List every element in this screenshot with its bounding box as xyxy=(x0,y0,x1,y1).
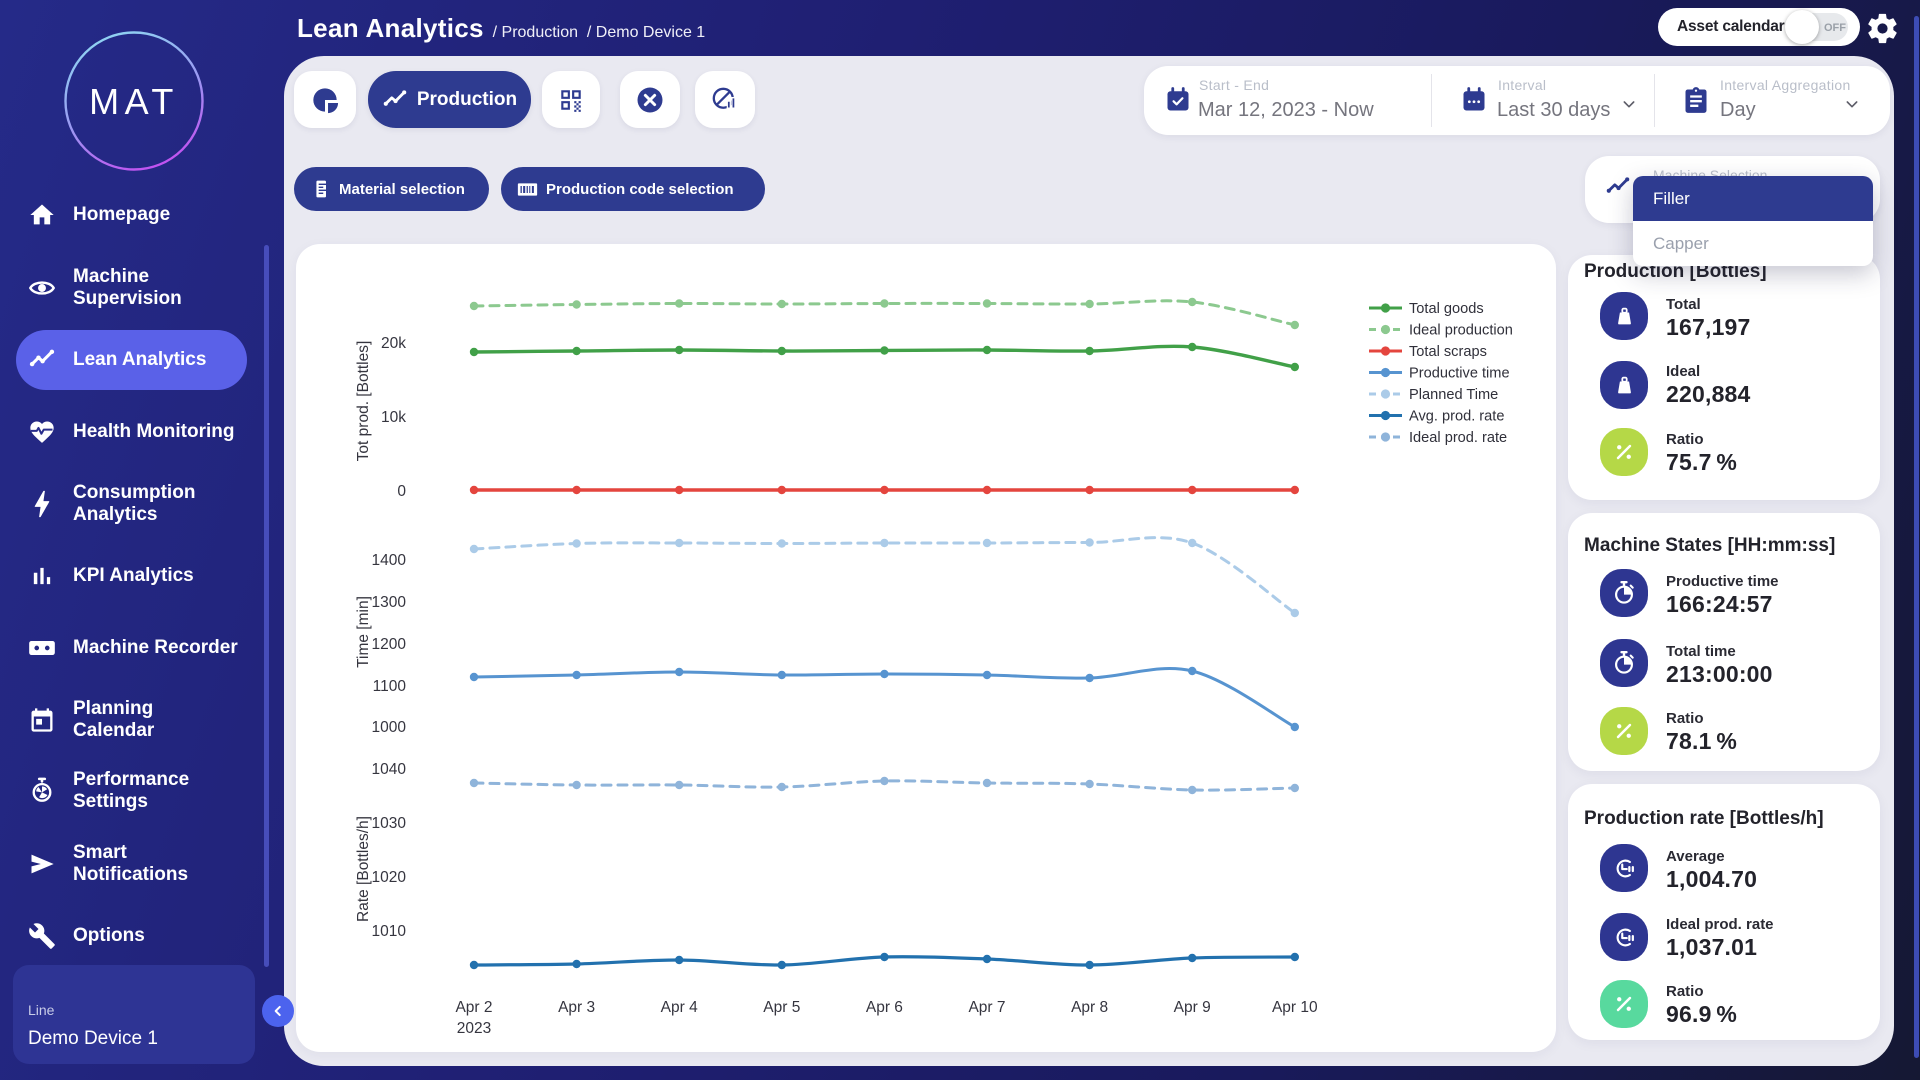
svg-text:Apr 4: Apr 4 xyxy=(661,999,698,1016)
svg-text:Ideal production: Ideal production xyxy=(1409,323,1513,339)
svg-text:1300: 1300 xyxy=(372,594,407,611)
svg-text:20k: 20k xyxy=(381,335,406,352)
svg-text:1040: 1040 xyxy=(372,761,407,778)
svg-text:Planned Time: Planned Time xyxy=(1409,387,1498,403)
svg-text:1400: 1400 xyxy=(372,552,407,569)
svg-text:1100: 1100 xyxy=(373,678,407,695)
svg-text:Apr 7: Apr 7 xyxy=(968,999,1005,1016)
svg-text:1000: 1000 xyxy=(372,719,407,736)
svg-text:Apr 8: Apr 8 xyxy=(1071,999,1108,1016)
svg-text:1200: 1200 xyxy=(372,636,407,653)
svg-text:Apr 10: Apr 10 xyxy=(1272,999,1318,1016)
svg-text:1030: 1030 xyxy=(372,815,407,832)
svg-text:Ideal prod. rate: Ideal prod. rate xyxy=(1409,430,1507,446)
svg-text:2023: 2023 xyxy=(457,1020,491,1037)
svg-text:1010: 1010 xyxy=(372,923,407,940)
svg-text:1020: 1020 xyxy=(372,869,407,886)
svg-text:Apr 5: Apr 5 xyxy=(763,999,800,1016)
svg-text:10k: 10k xyxy=(381,409,406,426)
svg-text:Apr 2: Apr 2 xyxy=(455,999,492,1016)
svg-text:Apr 6: Apr 6 xyxy=(866,999,903,1016)
svg-text:Rate [Bottles/h]: Rate [Bottles/h] xyxy=(355,816,372,922)
svg-text:0: 0 xyxy=(397,483,406,500)
svg-text:Time [min]: Time [min] xyxy=(355,596,372,668)
svg-text:Tot prod. [Bottles]: Tot prod. [Bottles] xyxy=(355,341,372,462)
svg-text:Total scraps: Total scraps xyxy=(1409,344,1487,360)
svg-text:MAT: MAT xyxy=(89,81,179,122)
svg-text:Avg. prod. rate: Avg. prod. rate xyxy=(1409,409,1504,425)
svg-text:Apr 3: Apr 3 xyxy=(558,999,595,1016)
svg-text:Apr 9: Apr 9 xyxy=(1174,999,1211,1016)
svg-text:Total goods: Total goods xyxy=(1409,301,1484,317)
svg-text:Productive time: Productive time xyxy=(1409,366,1510,382)
